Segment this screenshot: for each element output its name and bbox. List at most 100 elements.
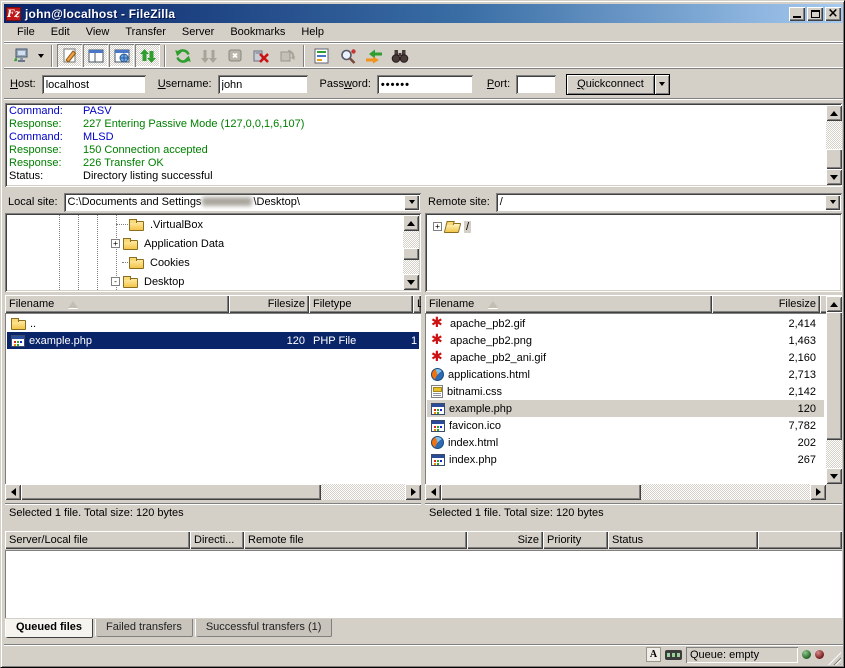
host-input[interactable] [42,75,146,94]
file-row-apache-pb2-png[interactable]: apache_pb2.png 1,463 [427,332,824,349]
scroll-thumb[interactable] [826,312,842,440]
local-site-dropdown-button[interactable] [404,195,419,210]
column-header-filetype[interactable]: Filetype [309,295,413,313]
remote-site-dropdown-button[interactable] [825,195,840,210]
tab-queued-files[interactable]: Queued files [5,619,93,638]
column-header-filename[interactable]: Filename [5,295,229,313]
menu-server[interactable]: Server [174,24,222,40]
filter-listings-button[interactable] [309,44,334,67]
synchronized-browsing-button[interactable] [361,44,386,67]
file-row-bitnami-css[interactable]: bitnami.css 2,142 [427,383,824,400]
scroll-thumb[interactable] [403,248,419,260]
scroll-down-button[interactable] [826,169,842,185]
scroll-right-button[interactable] [810,484,826,500]
column-header-priority[interactable]: Priority [543,531,608,549]
file-row-index-php[interactable]: index.php 267 [427,451,824,468]
tab-successful-transfers[interactable]: Successful transfers (1) [195,619,333,637]
toggle-remote-tree-button[interactable] [109,44,134,67]
quickconnect-button[interactable]: Quickconnect [566,74,655,95]
site-manager-button[interactable] [8,44,33,67]
tab-failed-transfers[interactable]: Failed transfers [95,619,193,637]
port-input[interactable] [516,75,556,94]
maximize-button[interactable] [807,7,823,21]
find-files-button[interactable] [387,44,412,67]
menu-file[interactable]: File [9,24,43,40]
file-row-example-php[interactable]: example.php 120 [427,400,824,417]
scroll-thumb[interactable] [21,484,321,500]
pane-splitter[interactable] [421,192,425,524]
expand-plus-icon[interactable]: + [433,222,442,231]
column-header-size[interactable]: Size [467,531,543,549]
column-header-filesize[interactable]: Filesize [712,295,820,313]
toggle-transfer-queue-button[interactable] [135,44,160,67]
apache-image-icon [431,351,446,364]
password-input[interactable] [377,75,473,94]
sort-ascending-icon [488,301,498,308]
column-header-filename[interactable]: Filename [425,295,712,313]
file-row-apache-pb2-ani-gif[interactable]: apache_pb2_ani.gif 2,160 [427,349,824,366]
site-manager-dropdown-button[interactable] [34,44,47,67]
scroll-up-button[interactable] [826,296,842,312]
tree-item-cookies[interactable]: Cookies [129,253,192,272]
scroll-left-button[interactable] [5,484,21,500]
reconnect-button[interactable] [274,44,299,67]
file-row-apache-pb2-gif[interactable]: apache_pb2.gif 2,414 [427,315,824,332]
log-scrollbar[interactable] [826,105,842,185]
column-header-status[interactable]: Status [608,531,758,549]
cancel-operation-button[interactable] [222,44,247,67]
process-queue-button[interactable] [196,44,221,67]
refresh-button[interactable] [170,44,195,67]
scroll-down-button[interactable] [826,468,842,484]
remote-list-header: Filename Filesize [425,295,842,313]
username-input[interactable] [218,75,308,94]
menu-view[interactable]: View [78,24,118,40]
file-row-applications-html[interactable]: applications.html 2,713 [427,366,824,383]
column-header-remote-file[interactable]: Remote file [244,531,467,549]
scroll-left-button[interactable] [425,484,441,500]
resize-grip[interactable] [828,652,841,665]
queue-list [5,550,842,618]
expand-plus-icon[interactable]: + [111,239,120,248]
remote-list-hscrollbar[interactable] [425,484,826,500]
column-header-filesize[interactable]: Filesize [229,295,309,313]
quickconnect-dropdown-button[interactable] [655,74,670,95]
close-button[interactable] [825,7,841,21]
file-row-favicon-ico[interactable]: favicon.ico 7,782 [427,417,824,434]
local-tree-scrollbar[interactable] [403,215,419,290]
file-row-index-html[interactable]: index.html 202 [427,434,824,451]
scroll-down-button[interactable] [403,274,419,290]
file-row-parent-dir[interactable]: .. [7,315,419,332]
toggle-message-log-button[interactable] [57,44,82,67]
tree-line [116,224,130,225]
file-row-example-php[interactable]: example.php 120 PHP File 1 [7,332,419,349]
tree-item-application-data[interactable]: + Application Data [111,234,226,253]
statusbar: A Queue: empty [4,644,843,665]
menu-edit[interactable]: Edit [43,24,78,40]
tree-item-desktop[interactable]: - Desktop [111,272,186,290]
dropdown-arrow-icon [409,200,415,204]
menu-bookmarks[interactable]: Bookmarks [222,24,293,40]
local-tree-pane: .VirtualBox + Application Data Cookies -… [5,213,421,292]
menu-help[interactable]: Help [293,24,332,40]
local-site-combo[interactable]: C:\Documents and Settings\Desktop\ [64,193,421,212]
menu-transfer[interactable]: Transfer [117,24,174,40]
toggle-local-tree-button[interactable] [83,44,108,67]
collapse-minus-icon[interactable]: - [111,277,120,286]
remote-list-scrollbar[interactable] [826,296,842,484]
disconnect-button[interactable] [248,44,273,67]
local-status-text: Selected 1 file. Total size: 120 bytes [5,503,421,523]
local-list-hscrollbar[interactable] [5,484,421,500]
remote-site-combo[interactable]: / [496,193,842,212]
scroll-right-button[interactable] [405,484,421,500]
tree-item-root[interactable]: + / [433,217,471,236]
scroll-thumb[interactable] [826,149,842,169]
column-header-direction[interactable]: Directi... [190,531,244,549]
minimize-button[interactable] [789,7,805,21]
directory-comparison-button[interactable] [335,44,360,67]
scroll-thumb[interactable] [441,484,641,500]
column-header-server-local-file[interactable]: Server/Local file [5,531,190,549]
column-header-lastmodified[interactable]: L [413,295,421,313]
tree-item-virtualbox[interactable]: .VirtualBox [129,215,205,234]
scroll-up-button[interactable] [403,215,419,231]
scroll-up-button[interactable] [826,105,842,121]
